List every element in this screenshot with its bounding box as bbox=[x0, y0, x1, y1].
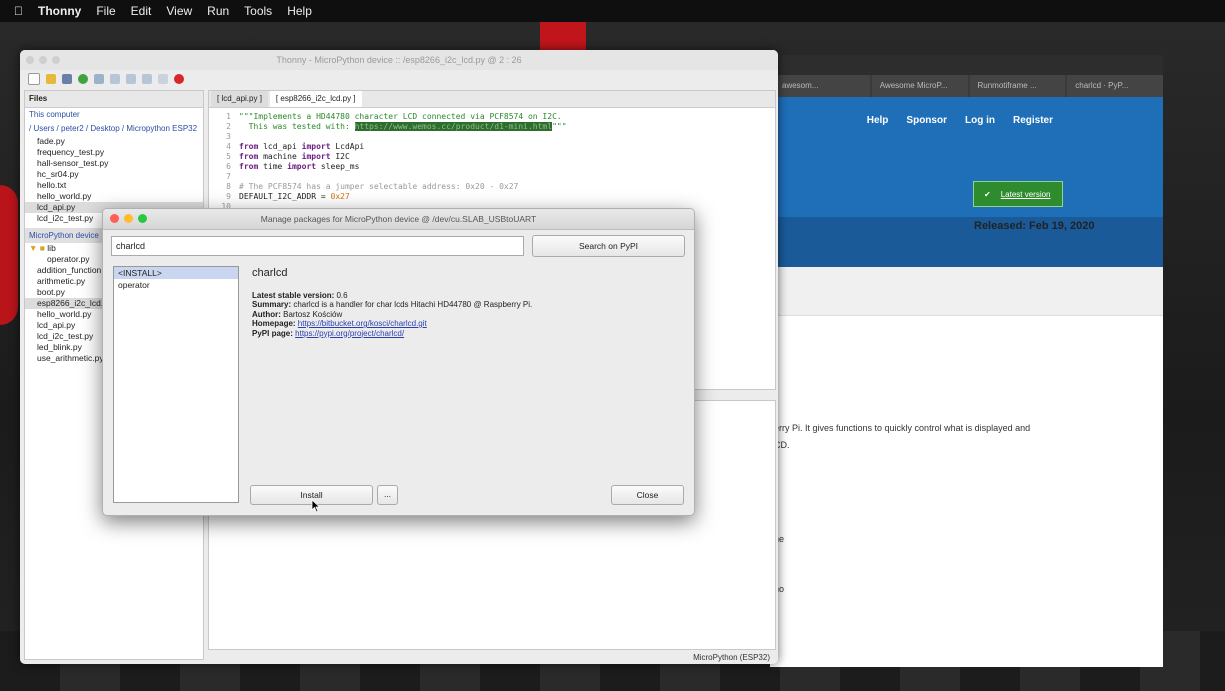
browser-tab[interactable]: Runmotiframe ... bbox=[969, 75, 1066, 97]
summary-label: Summary: bbox=[252, 300, 292, 309]
dialog-titlebar: Manage packages for MicroPython device @… bbox=[103, 209, 694, 230]
package-list[interactable]: <INSTALL> operator bbox=[113, 266, 239, 503]
file-item[interactable]: hall-sensor_test.py bbox=[25, 158, 203, 169]
editor-tabs: [ lcd_api.py ] [ esp8266_i2c_lcd.py ] bbox=[209, 91, 775, 108]
minimize-dot[interactable] bbox=[39, 56, 47, 64]
debug-icon[interactable] bbox=[94, 74, 104, 84]
released-date: Released: Feb 19, 2020 bbox=[974, 220, 1095, 232]
browser-tab[interactable]: awesom... bbox=[774, 75, 870, 97]
step-into-icon[interactable] bbox=[126, 74, 136, 84]
menu-run[interactable]: Run bbox=[207, 4, 229, 18]
description-line: erry Pi. It gives functions to quickly c… bbox=[774, 423, 1031, 433]
mac-menu-bar:  Thonny File Edit View Run Tools Help bbox=[0, 0, 1225, 22]
code-area[interactable]: 1 """Implements a HD44780 character LCD c… bbox=[209, 108, 775, 212]
manage-packages-dialog: Manage packages for MicroPython device @… bbox=[102, 208, 695, 516]
pypi-label: PyPI page: bbox=[252, 328, 293, 338]
author-label: Author: bbox=[252, 309, 281, 319]
nav-register-link[interactable]: Register bbox=[1013, 115, 1053, 126]
homepage-link[interactable]: https://bitbucket.org/kosci/charlcd.git bbox=[298, 319, 427, 328]
list-item[interactable]: operator bbox=[114, 279, 238, 291]
new-file-icon[interactable] bbox=[28, 73, 40, 85]
menu-thonny[interactable]: Thonny bbox=[38, 4, 81, 18]
menu-help[interactable]: Help bbox=[287, 4, 312, 18]
author-value: Bartosz Kościów bbox=[283, 309, 343, 319]
mouse-cursor-icon bbox=[311, 499, 321, 513]
background-red-arc bbox=[0, 185, 18, 325]
browser-tab[interactable]: charlcd · PyP... bbox=[1067, 75, 1163, 97]
file-item[interactable]: frequency_test.py bbox=[25, 147, 203, 158]
search-pypi-button[interactable]: Search on PyPI bbox=[532, 235, 685, 257]
folder-icon: ▼ ■ bbox=[29, 243, 45, 253]
thonny-toolbar bbox=[20, 70, 778, 88]
apple-icon[interactable]:  bbox=[14, 4, 23, 18]
pypi-subnav bbox=[770, 267, 1163, 316]
files-tab[interactable]: Files bbox=[25, 91, 203, 108]
close-button[interactable]: Close bbox=[611, 485, 684, 505]
package-name: charlcd bbox=[252, 267, 288, 279]
open-file-icon[interactable] bbox=[46, 74, 56, 84]
homepage-label: Homepage: bbox=[252, 319, 296, 328]
file-item[interactable]: hello.txt bbox=[25, 180, 203, 191]
pypi-header-band: Released: Feb 19, 2020 bbox=[770, 217, 1163, 267]
window-title: Thonny - MicroPython device :: /esp8266_… bbox=[276, 55, 522, 65]
menu-tools[interactable]: Tools bbox=[244, 4, 272, 18]
file-item[interactable]: hello_world.py bbox=[25, 191, 203, 202]
browser-window: awesom... Awesome MicroP... Runmotiframe… bbox=[770, 55, 1163, 667]
minimize-dot[interactable] bbox=[124, 214, 133, 223]
nav-login-link[interactable]: Log in bbox=[965, 115, 995, 126]
latest-version-label: Latest version bbox=[1000, 189, 1051, 199]
latest-value: 0.6 bbox=[336, 290, 348, 300]
status-bar: MicroPython (ESP32) bbox=[693, 653, 770, 662]
latest-version-badge[interactable]: ✔ Latest version bbox=[973, 181, 1063, 207]
list-item[interactable]: <INSTALL> bbox=[114, 267, 238, 279]
more-options-button[interactable]: ... bbox=[377, 485, 398, 505]
latest-label: Latest stable version: bbox=[252, 290, 335, 300]
nav-help-link[interactable]: Help bbox=[867, 115, 889, 126]
menu-view[interactable]: View bbox=[166, 4, 192, 18]
close-dot[interactable] bbox=[110, 214, 119, 223]
step-over-icon[interactable] bbox=[110, 74, 120, 84]
resume-icon[interactable] bbox=[158, 74, 168, 84]
browser-tab[interactable]: Awesome MicroP... bbox=[871, 75, 968, 97]
file-item[interactable]: hc_sr04.py bbox=[25, 169, 203, 180]
computer-path[interactable]: / Users / peter2 / Desktop / Micropython… bbox=[25, 122, 203, 136]
pypi-link[interactable]: https://pypi.org/project/charlcd/ bbox=[295, 329, 404, 338]
browser-tabs: awesom... Awesome MicroP... Runmotiframe… bbox=[770, 75, 1163, 97]
package-search-input[interactable]: charlcd bbox=[111, 236, 524, 256]
close-dot[interactable] bbox=[26, 56, 34, 64]
browser-toolbar bbox=[770, 55, 1163, 75]
folder-label: lib bbox=[47, 243, 56, 253]
menu-edit[interactable]: Edit bbox=[131, 4, 152, 18]
dialog-title: Manage packages for MicroPython device @… bbox=[260, 214, 537, 224]
menu-file[interactable]: File bbox=[96, 4, 115, 18]
check-icon: ✔ bbox=[984, 189, 991, 199]
nav-sponsor-link[interactable]: Sponsor bbox=[906, 115, 947, 126]
stop-icon[interactable] bbox=[174, 74, 184, 84]
computer-header: This computer bbox=[29, 110, 80, 119]
zoom-dot[interactable] bbox=[52, 56, 60, 64]
file-item[interactable]: fade.py bbox=[25, 136, 203, 147]
editor-tab-active[interactable]: [ esp8266_i2c_lcd.py ] bbox=[269, 91, 362, 107]
run-icon[interactable] bbox=[78, 74, 88, 84]
pypi-header: Help Sponsor Log in Register ✔ Latest ve… bbox=[770, 97, 1163, 217]
zoom-dot[interactable] bbox=[138, 214, 147, 223]
thonny-titlebar: Thonny - MicroPython device :: /esp8266_… bbox=[20, 50, 778, 70]
editor-tab[interactable]: [ lcd_api.py ] bbox=[211, 91, 268, 107]
summary-value: charlcd is a handler for char lcds Hitac… bbox=[293, 300, 533, 309]
package-info: charlcd Latest stable version: 0.6 Summa… bbox=[252, 267, 533, 338]
save-icon[interactable] bbox=[62, 74, 72, 84]
step-out-icon[interactable] bbox=[142, 74, 152, 84]
